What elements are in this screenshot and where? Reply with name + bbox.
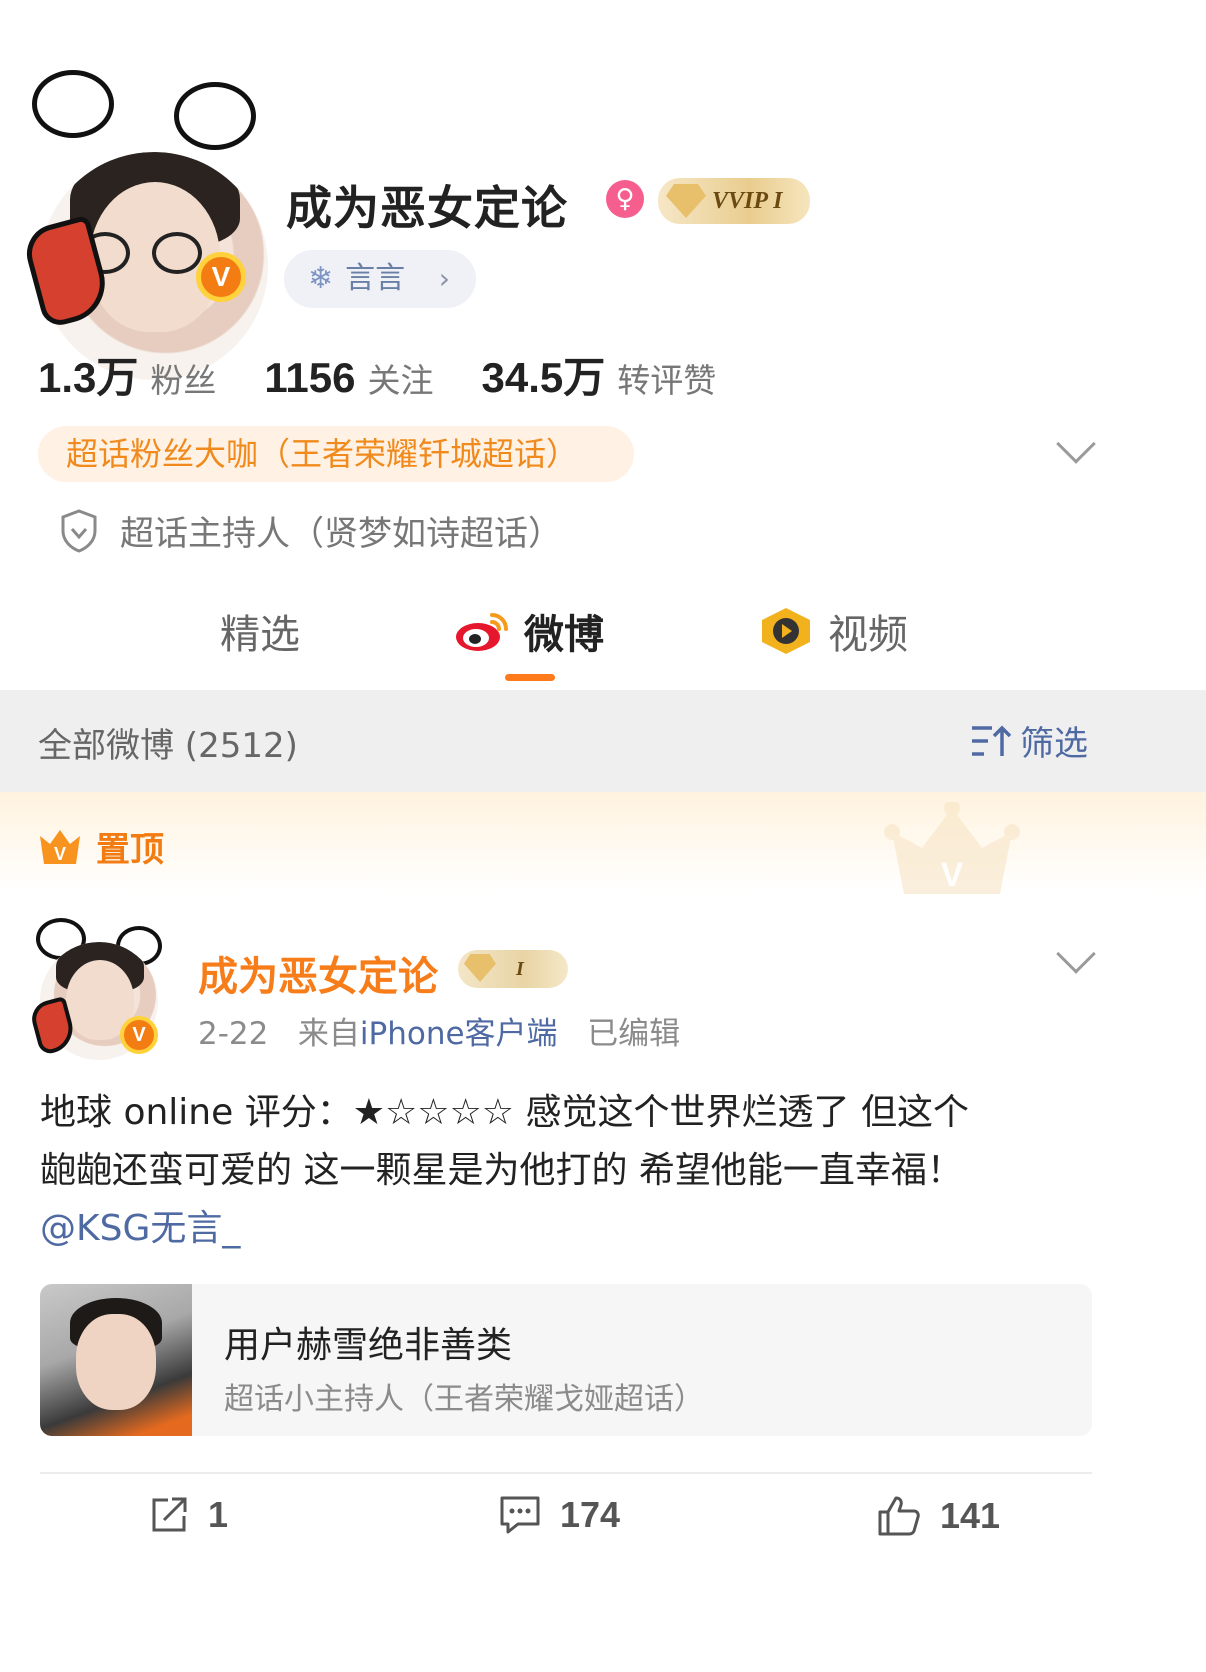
post-meta: 2-22 来自iPhone客户端 已编辑 <box>198 1008 680 1053</box>
profile-tabs: 精选 微博 视频 <box>0 594 1206 690</box>
repost-button[interactable]: 1 <box>148 1494 228 1536</box>
chevron-down-icon[interactable] <box>1056 424 1096 464</box>
profile-nickname: 成为恶女定论 <box>286 181 568 235</box>
pinned-label-text: 置顶 <box>96 830 164 870</box>
fan-badge[interactable]: 超话粉丝大咖（王者荣耀钎城超话） <box>38 426 634 482</box>
tab-weibo-label: 微博 <box>524 612 604 658</box>
stat-following[interactable]: 1156 关注 <box>264 354 433 402</box>
stat-interactions[interactable]: 34.5万 转评赞 <box>482 344 717 405</box>
like-count: 141 <box>940 1495 1001 1536</box>
host-line-label: 超话主持人（贤梦如诗超话） <box>120 514 562 554</box>
svg-text:V: V <box>941 856 964 894</box>
post-actions: 1 174 141 <box>0 1494 1206 1554</box>
stat-followers-count: 1.3万 <box>38 354 139 401</box>
verified-v-icon: V <box>120 1016 158 1054</box>
post-vvip-label: I <box>516 958 524 980</box>
verified-v-icon: V <box>196 252 246 302</box>
post-date: 2-22 <box>198 1016 269 1052</box>
crown-icon: V <box>40 829 80 864</box>
comment-icon <box>500 1496 540 1534</box>
filter-icon <box>972 725 1012 756</box>
pinned-label: V 置顶 <box>38 822 164 871</box>
stat-interactions-count: 34.5万 <box>481 354 606 401</box>
crown-watermark-icon: V <box>884 802 1020 894</box>
pinned-banner: V 置顶 V <box>0 792 1206 894</box>
stat-interactions-label: 转评赞 <box>617 361 717 400</box>
repost-icon <box>152 1497 187 1532</box>
profile-tag-label: 言言 <box>345 261 406 296</box>
vvip-label: VVIP I <box>712 188 783 214</box>
post-body[interactable]: 地球 online 评分：★☆☆☆☆ 感觉这个世界烂透了 但这个 龅龅还蛮可爱的… <box>40 1084 1170 1258</box>
tab-featured-label: 精选 <box>220 612 300 658</box>
shield-icon <box>61 508 97 553</box>
comment-count: 174 <box>560 1494 621 1535</box>
stat-following-label: 关注 <box>367 361 434 400</box>
like-icon <box>878 1496 920 1536</box>
chevron-right-icon: › <box>438 262 450 295</box>
profile-avatar[interactable]: V <box>20 70 268 380</box>
snowflake-icon: ❄ <box>308 261 334 296</box>
tab-weibo[interactable]: 微博 <box>454 602 604 660</box>
stat-followers[interactable]: 1.3万 粉丝 <box>38 344 216 405</box>
female-icon: ♀ <box>606 180 644 218</box>
post-vvip-icon: I <box>458 950 568 988</box>
video-icon <box>762 608 810 654</box>
quoted-user-subtitle: 超话小主持人（王者荣耀戈娅超话） <box>224 1382 704 1417</box>
filter-button-label: 筛选 <box>1020 724 1088 764</box>
weibo-logo-icon <box>456 613 508 651</box>
post-more-chevron-icon[interactable] <box>1056 934 1096 974</box>
filter-button[interactable]: 筛选 <box>970 716 1088 765</box>
quoted-user-thumbnail <box>40 1284 192 1436</box>
tab-video-label: 视频 <box>828 612 908 658</box>
post-body-line1: 地球 online 评分：★☆☆☆☆ 感觉这个世界烂透了 但这个 <box>40 1092 969 1133</box>
comment-button[interactable]: 174 <box>498 1494 620 1536</box>
filter-bar: 全部微博 (2512) 筛选 <box>0 690 1206 792</box>
stat-following-count: 1156 <box>264 354 356 401</box>
quoted-user-name: 用户赫雪绝非善类 <box>224 1325 513 1366</box>
repost-count: 1 <box>208 1494 229 1535</box>
post-avatar[interactable]: V <box>27 918 166 1060</box>
post-source-prefix: 来自 <box>297 1016 360 1052</box>
vvip-icon[interactable]: VVIP I <box>658 178 810 224</box>
tab-video[interactable]: 视频 <box>758 602 908 660</box>
post-author-name[interactable]: 成为恶女定论 <box>198 944 438 1002</box>
avatar-sticker-ear-left <box>32 70 114 138</box>
quoted-user-card[interactable]: 用户赫雪绝非善类 超话小主持人（王者荣耀戈娅超话） <box>40 1284 1092 1436</box>
like-button[interactable]: 141 <box>876 1494 1000 1538</box>
post-source[interactable]: iPhone客户端 <box>360 1016 558 1052</box>
avatar-sticker-ear-right <box>174 82 256 150</box>
host-line[interactable]: 超话主持人（贤梦如诗超话） <box>60 506 562 555</box>
tab-featured[interactable]: 精选 <box>220 602 300 660</box>
post-divider <box>40 1472 1092 1474</box>
filter-title: 全部微博 (2512) <box>38 726 298 766</box>
profile-tag-pill[interactable]: ❄ 言言 › <box>284 250 476 308</box>
post-body-line2: 龅龅还蛮可爱的 这一颗星是为他打的 希望他能一直幸福！ <box>40 1150 963 1191</box>
post-mention-link[interactable]: @KSG无言_ <box>40 1200 1170 1258</box>
post-edited: 已编辑 <box>587 1016 681 1052</box>
tab-active-indicator <box>505 674 555 681</box>
profile-stats: 1.3万 粉丝 1156 关注 34.5万 转评赞 <box>38 344 764 405</box>
stat-followers-label: 粉丝 <box>150 361 217 400</box>
svg-text:V: V <box>54 844 66 864</box>
